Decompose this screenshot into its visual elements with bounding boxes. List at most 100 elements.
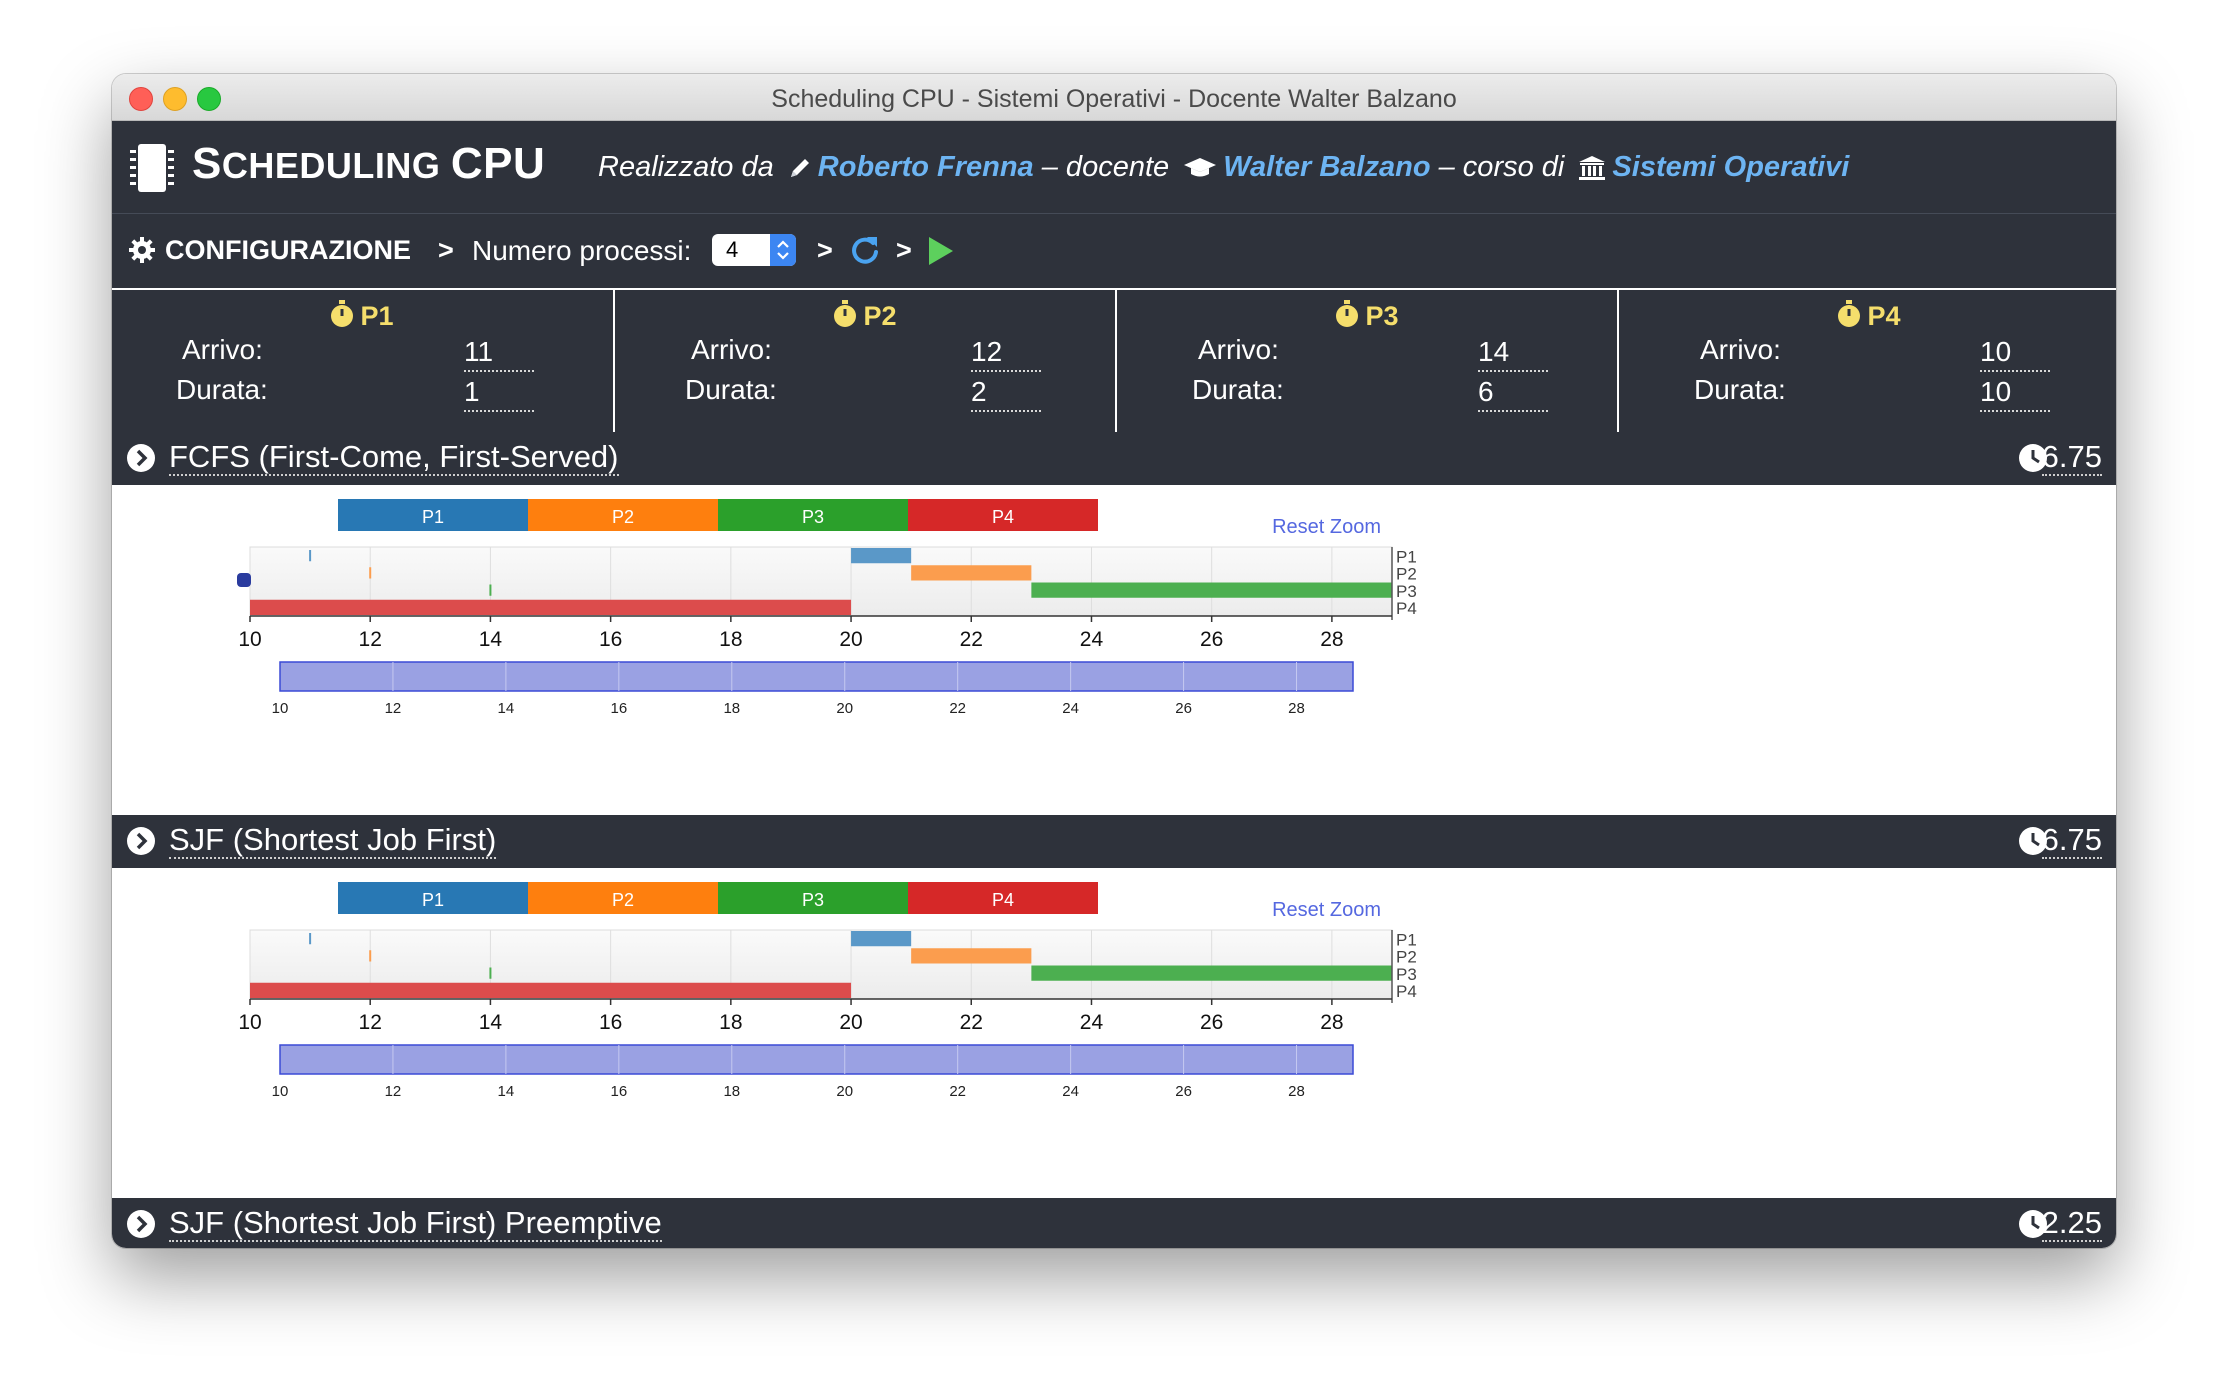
legend-label-p3: P3 <box>802 890 824 910</box>
num-processes-label: Numero processi: <box>472 235 692 266</box>
duration-label: Durata: <box>685 374 777 405</box>
process-name-text: P3 <box>1365 301 1399 331</box>
zoom-handle <box>237 573 251 587</box>
process-name-text: P1 <box>360 301 394 331</box>
num-processes-value: 4 <box>726 237 739 262</box>
arrival-label: Arrivo: <box>691 334 772 365</box>
navigator-tick-label: 26 <box>1175 1083 1192 1100</box>
x-axis-tick-label: 14 <box>479 1011 503 1034</box>
process-name: P4 <box>1619 300 2116 332</box>
university-icon <box>1579 156 1606 181</box>
x-axis-tick-label: 28 <box>1320 1011 1343 1034</box>
duration-input[interactable]: 2 <box>971 376 1041 412</box>
arrival-input[interactable]: 11 <box>464 336 534 372</box>
x-axis-tick-label: 24 <box>1080 1011 1104 1034</box>
course-label: – corso di <box>1438 151 1565 183</box>
x-axis-tick-label: 14 <box>479 628 503 651</box>
duration-input[interactable]: 6 <box>1478 376 1548 412</box>
x-axis-tick-label: 24 <box>1080 628 1104 651</box>
chevron-right-circle-icon[interactable] <box>126 443 156 473</box>
x-axis-tick-label: 12 <box>359 1011 382 1034</box>
row-label-p1: P1 <box>1396 547 1417 566</box>
gantt-bar-p2 <box>911 565 1032 581</box>
chevron-right-circle-icon[interactable] <box>126 826 156 856</box>
x-axis-tick-label: 10 <box>238 628 261 651</box>
process-name: P1 <box>112 300 612 332</box>
algorithm-name[interactable]: SJF (Shortest Job First) Preemptive <box>169 1206 662 1242</box>
legend-label-p4: P4 <box>992 890 1014 910</box>
chevron-right-circle-icon[interactable] <box>126 1209 156 1239</box>
arrival-input[interactable]: 10 <box>1980 336 2050 372</box>
process-card: P3 Arrivo: 14 Durata: 6 <box>1115 290 1617 432</box>
navigator-tick-label: 24 <box>1062 1083 1079 1100</box>
algorithm-header-sjf[interactable]: SJF (Shortest Job First) 6.75 <box>112 815 2116 868</box>
x-axis-tick-label: 26 <box>1200 1011 1223 1034</box>
navigator-tick-label: 12 <box>385 1083 402 1100</box>
course-link[interactable]: Sistemi Operativi <box>1612 151 1849 183</box>
algorithm-name[interactable]: FCFS (First-Come, First-Served) <box>169 440 619 476</box>
navigator-tick-label: 24 <box>1062 700 1079 717</box>
credits: Realizzato da Roberto Frenna – docente W… <box>598 151 1849 184</box>
navigator-tick-label: 14 <box>498 1083 515 1100</box>
algorithm-header-fcfs[interactable]: FCFS (First-Come, First-Served) 6.75 <box>112 432 2116 485</box>
reset-zoom-button[interactable]: Reset Zoom <box>1272 516 1381 538</box>
navigator-tick-label: 16 <box>610 1083 627 1100</box>
legend-label-p2: P2 <box>612 507 634 527</box>
x-axis-tick-label: 22 <box>960 628 983 651</box>
duration-input[interactable]: 1 <box>464 376 534 412</box>
gantt-chart-svg: P1 P2 P3 P4 Reset ZoomP1P2P3P410 12 14 16 18 20 22… <box>237 499 1417 717</box>
duration-input[interactable]: 10 <box>1980 376 2050 412</box>
process-card: P1 Arrivo: 11 Durata: 1 <box>112 290 612 432</box>
gantt-bar-p2 <box>911 948 1032 964</box>
config-bar: CONFIGURAZIONE > Numero processi: 4 > > <box>112 214 2116 290</box>
arrival-input[interactable]: 14 <box>1478 336 1548 372</box>
duration-label: Durata: <box>176 374 268 405</box>
reset-zoom-button[interactable]: Reset Zoom <box>1272 899 1381 921</box>
time-range-navigator[interactable] <box>279 661 1354 692</box>
app-header: SCHEDULING CPU Realizzato da Roberto Fre… <box>112 121 2116 214</box>
x-axis-tick-label: 20 <box>839 1011 862 1034</box>
navigator-tick-label: 10 <box>272 700 289 717</box>
process-name: P2 <box>615 300 1115 332</box>
graduation-cap-icon <box>1184 158 1217 177</box>
title-bar: Scheduling CPU - Sistemi Operativi - Doc… <box>112 74 2116 121</box>
average-wait-time[interactable]: 6.75 <box>2041 823 2102 859</box>
x-axis-tick-label: 18 <box>719 1011 742 1034</box>
x-axis-tick-label: 28 <box>1320 628 1343 651</box>
algorithm-header-sjf-preemptive[interactable]: SJF (Shortest Job First) Preemptive 2.25 <box>112 1198 2116 1248</box>
navigator-tick-label: 12 <box>385 700 402 717</box>
gantt-bar-p4 <box>250 599 852 615</box>
process-card: P2 Arrivo: 12 Durata: 2 <box>613 290 1115 432</box>
teacher-link[interactable]: Walter Balzano <box>1223 151 1430 183</box>
legend-label-p3: P3 <box>802 507 824 527</box>
process-parameters: P1 Arrivo: 11 Durata: 1 P2 Arrivo: 12 Du… <box>112 290 2116 432</box>
play-icon[interactable] <box>925 235 955 267</box>
x-axis-tick-label: 10 <box>238 1011 261 1034</box>
window-title: Scheduling CPU - Sistemi Operativi - Doc… <box>771 85 1457 113</box>
breadcrumb-separator: > <box>438 235 454 265</box>
average-wait-time[interactable]: 2.25 <box>2041 1206 2102 1242</box>
navigator-tick-label: 18 <box>723 1083 740 1100</box>
process-name: P3 <box>1117 300 1617 332</box>
made-by-label: Realizzato da <box>598 151 774 183</box>
arrival-input[interactable]: 12 <box>971 336 1041 372</box>
num-processes-select[interactable]: 4 <box>712 234 796 266</box>
average-wait-time[interactable]: 6.75 <box>2041 440 2102 476</box>
duration-label: Durata: <box>1694 374 1786 405</box>
process-card: P4 Arrivo: 10 Durata: 10 <box>1617 290 2116 432</box>
author-link[interactable]: Roberto Frenna <box>818 151 1034 183</box>
algorithm-name[interactable]: SJF (Shortest Job First) <box>169 823 497 859</box>
stopwatch-icon <box>1838 300 1861 327</box>
time-range-navigator[interactable] <box>279 1044 1354 1075</box>
gantt-bar-p1 <box>851 548 912 564</box>
row-label-p2: P2 <box>1396 948 1417 967</box>
x-axis-tick-label: 26 <box>1200 628 1223 651</box>
pencil-icon <box>790 159 809 178</box>
stepper-arrows-icon[interactable] <box>770 234 796 266</box>
navigator-tick-label: 16 <box>610 700 627 717</box>
gantt-bar-p3 <box>1031 582 1392 598</box>
navigator-tick-label: 10 <box>272 1083 289 1100</box>
app-window: Scheduling CPU - Sistemi Operativi - Doc… <box>112 74 2116 1248</box>
x-axis-tick-label: 16 <box>599 1011 622 1034</box>
refresh-icon[interactable] <box>849 234 881 266</box>
